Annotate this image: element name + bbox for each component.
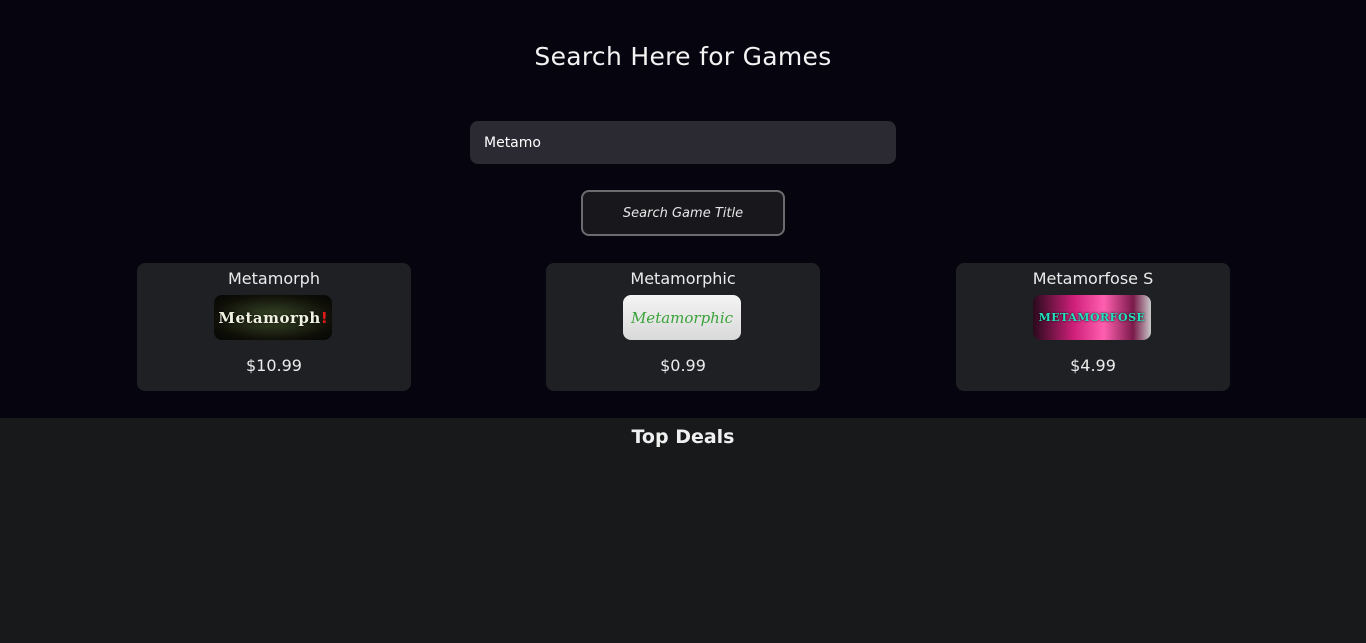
game-thumbnail[interactable]: Metamorph!: [214, 295, 332, 340]
search-input[interactable]: [470, 121, 896, 164]
thumbnail-logo-text: Metamorph: [218, 308, 321, 327]
game-card[interactable]: Metamorfose S METAMORFOSE $4.99: [956, 263, 1230, 391]
thumbnail-logo-accent: !: [320, 308, 328, 327]
search-section: Search Here for Games Search Game Title …: [0, 0, 1366, 418]
game-title: Metamorphic: [630, 269, 736, 288]
search-button[interactable]: Search Game Title: [581, 190, 785, 236]
game-price: $0.99: [660, 356, 706, 375]
thumbnail-logo-text: Metamorphic: [630, 308, 734, 327]
game-card[interactable]: Metamorphic Metamorphic $0.99: [546, 263, 820, 391]
page-title: Search Here for Games: [534, 42, 832, 71]
thumbnail-logo-text: METAMORFOSE: [1038, 311, 1146, 324]
game-thumbnail[interactable]: Metamorphic: [623, 295, 741, 340]
game-title: Metamorph: [228, 269, 320, 288]
game-price: $4.99: [1070, 356, 1116, 375]
game-card[interactable]: Metamorph Metamorph! $10.99: [137, 263, 411, 391]
top-deals-title: Top Deals: [631, 426, 735, 448]
game-thumbnail[interactable]: METAMORFOSE: [1033, 295, 1151, 340]
game-price: $10.99: [246, 356, 302, 375]
game-title: Metamorfose S: [1032, 269, 1154, 288]
